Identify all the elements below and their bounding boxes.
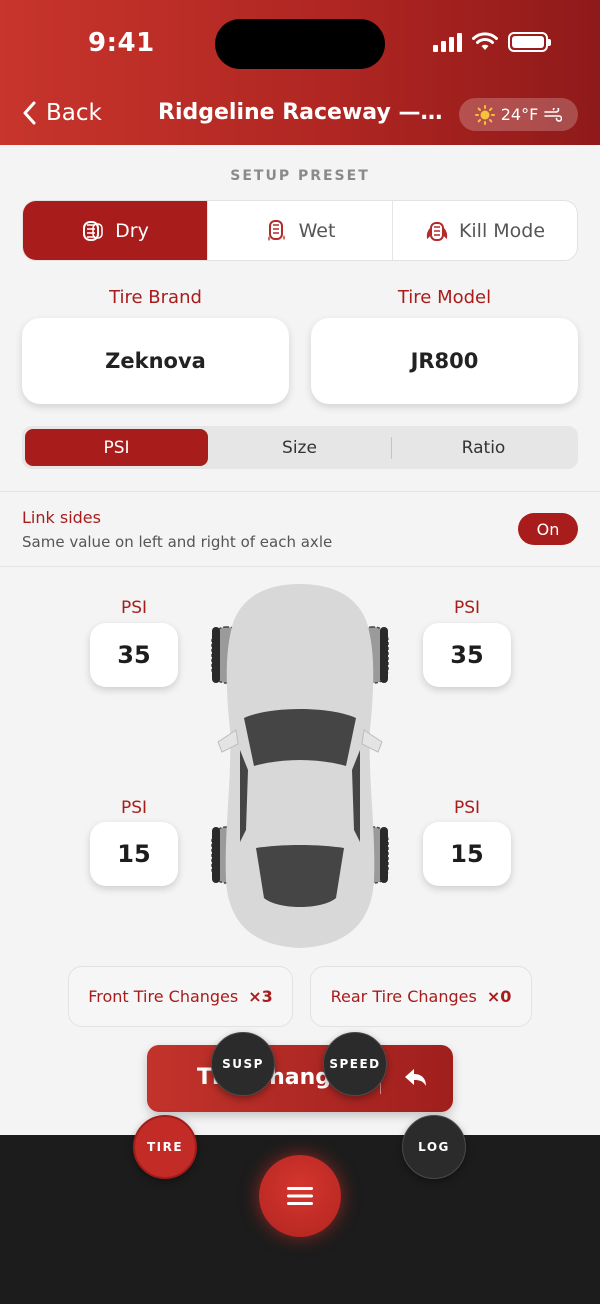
link-sides-toggle[interactable]: On [518,513,578,545]
log-fab[interactable]: LOG [402,1115,466,1179]
front-right-psi-input[interactable]: 35 [423,623,511,687]
weather-temp: 24°F [500,105,539,124]
preset-wet[interactable]: Wet [208,201,393,260]
tire-change-button[interactable]: Tire Change [147,1045,453,1112]
status-icons [433,32,551,52]
chevron-left-icon [23,101,36,125]
front-left-psi-label: PSI [120,598,148,618]
rear-right-psi-input[interactable]: 15 [423,822,511,886]
header: 9:41 Back Ridgeline Raceway — Road Cours… [0,0,600,145]
tab-ratio[interactable]: Ratio [392,429,575,466]
link-sides-title: Link sides [22,508,101,527]
rear-tire-changes-count: ×0 [486,987,512,1006]
divider [0,566,600,567]
back-label: Back [46,100,102,126]
setup-preset-label: SETUP PRESET [230,168,370,184]
speed-fab[interactable]: SPEED [323,1032,387,1096]
dynamic-island [215,19,385,69]
tab-size[interactable]: Size [208,429,391,466]
rear-left-psi-input[interactable]: 15 [90,822,178,886]
car-top-view [211,584,389,948]
undo-icon[interactable] [403,1065,429,1091]
tire-model-label: Tire Model [397,287,492,308]
divider [0,491,600,492]
preset-kill-mode[interactable]: Kill Mode [393,201,577,260]
tab-psi[interactable]: PSI [25,429,208,466]
preset-kill-mode-label: Kill Mode [458,219,546,242]
weather-chip[interactable]: 24°F [459,98,578,131]
back-button[interactable]: Back [22,100,102,126]
battery-icon [508,32,551,52]
tire-icon [83,220,103,241]
status-time: 9:41 [88,28,155,58]
rear-tire-changes-counter[interactable]: Rear Tire Changes ×0 [310,966,532,1027]
front-left-psi-input[interactable]: 35 [90,623,178,687]
front-tire-changes-label: Front Tire Changes [88,987,239,1006]
fire-tire-icon [426,221,448,241]
tire-fab[interactable]: TIRE [133,1115,197,1179]
preset-wet-label: Wet [298,219,336,242]
preset-dry-label: Dry [115,219,149,242]
sun-icon [474,104,495,125]
preset-dry[interactable]: Dry [23,201,208,260]
tire-brand-field[interactable]: Zeknova [22,318,289,404]
front-right-psi-label: PSI [453,598,481,618]
wifi-icon [472,32,498,50]
preset-selector: Dry Wet Kill Mode [22,200,578,261]
front-tire-changes-count: ×3 [248,987,273,1006]
wet-tire-icon [267,219,285,241]
rear-right-psi-label: PSI [453,798,481,818]
link-sides-subtitle: Same value on left and right of each axl… [22,533,333,551]
page-title: Ridgeline Raceway — Road Course [158,100,448,125]
wind-icon [544,107,563,122]
tire-brand-label: Tire Brand [109,287,202,308]
menu-button[interactable] [259,1155,341,1237]
rear-left-psi-label: PSI [120,798,148,818]
susp-fab[interactable]: SUSP [211,1032,275,1096]
front-tire-changes-counter[interactable]: Front Tire Changes ×3 [68,966,293,1027]
tire-model-field[interactable]: JR800 [311,318,578,404]
menu-icon [287,1187,313,1205]
signal-icon [433,32,462,52]
unit-segmented-control: PSI Size Ratio [22,426,578,469]
rear-tire-changes-label: Rear Tire Changes [330,987,477,1006]
